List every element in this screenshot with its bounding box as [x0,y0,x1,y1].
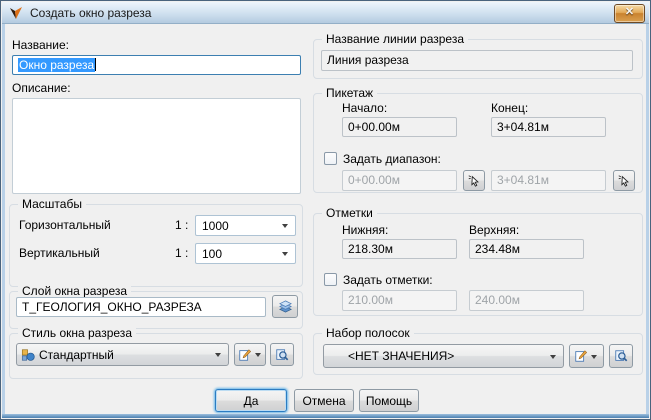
station-end-field: 3+04.81м [491,117,606,137]
vertical-scale-label: Вертикальный [19,246,100,260]
elevation-max-field: 234.48м [469,239,584,259]
band-set-edit-button[interactable] [569,344,604,368]
line-name-group-caption: Название линии разреза [322,32,468,46]
chevron-down-icon [215,353,221,360]
description-textarea[interactable] [12,98,301,194]
selected-text: Окно разреза [18,58,95,72]
window-title: Создать окно разреза [30,6,151,20]
layer-input[interactable]: Т_ГЕОЛОГИЯ_ОКНО_РАЗРЕЗА [16,297,266,317]
band-set-combobox[interactable]: <НЕТ ЗНАЧЕНИЯ> [323,344,564,368]
horizontal-scale-value: 1000 [196,219,278,233]
scales-group-caption: Масштабы [18,197,86,211]
layer-group-caption: Слой окна разреза [18,284,131,298]
chevron-down-icon [282,252,288,259]
cancel-button[interactable]: Отмена [294,389,354,412]
range-start-input[interactable]: 0+00.00м [342,170,457,191]
close-button[interactable]: ✕ [614,4,645,23]
vertical-scale-value: 100 [196,247,278,261]
pencil-icon [574,349,588,363]
pick-on-screen-icon [467,174,481,188]
layers-icon [278,299,293,314]
elevation-set-checkbox-label: Задать отметки: [343,273,433,287]
horizontal-scale-label: Горизонтальный [19,218,111,232]
app-icon [8,5,24,21]
cancel-button-label: Отмена [302,394,345,408]
horizontal-ratio-label: 1 : [175,218,188,232]
band-set-preview-button[interactable] [609,344,633,368]
band-set-value: <НЕТ ЗНАЧЕНИЯ> [324,349,546,363]
band-set-group-caption: Набор полосок [322,326,414,340]
range-start-pick-button[interactable] [463,170,485,191]
name-input[interactable]: Окно разреза [12,55,301,75]
window-bottom-edge [2,414,649,418]
custom-max-input[interactable]: 240.00м [469,290,584,311]
magnifier-icon [614,349,628,363]
ok-button-label: Да [244,394,259,408]
station-end-label: Конец: [491,101,528,115]
style-value: Стандартный [35,348,211,362]
station-start-label: Начало: [342,101,387,115]
style-group-caption: Стиль окна разреза [18,326,136,340]
help-button[interactable]: Помощь [359,389,419,412]
magnifier-icon [275,348,289,362]
horizontal-scale-combobox[interactable]: 1000 [195,215,296,236]
chevron-down-icon [282,224,288,231]
pencil-icon [238,348,252,362]
range-end-pick-button[interactable] [613,170,635,191]
name-label: Название: [12,38,69,52]
style-combobox[interactable]: Стандартный [16,343,229,366]
layer-picker-button[interactable] [272,295,298,318]
style-preview-button[interactable] [270,343,294,366]
style-icon [21,348,35,362]
description-label: Описание: [12,81,71,95]
vertical-scale-combobox[interactable]: 100 [195,243,296,264]
elevation-set-checkbox[interactable] [324,273,337,286]
elevations-group-caption: Отметки [322,206,377,220]
line-name-field: Линия разреза [321,50,633,71]
chevron-down-icon [591,355,597,362]
chevron-down-icon [550,355,556,362]
elevation-min-field: 218.30м [342,239,457,259]
station-range-checkbox-label: Задать диапазон: [343,152,441,166]
title-bar[interactable]: Создать окно разреза ✕ [2,2,649,24]
text-caret [95,58,96,71]
pick-on-screen-icon [617,174,631,188]
elevation-min-label: Нижняя: [342,223,388,237]
custom-min-input[interactable]: 210.00м [342,290,457,311]
help-button-label: Помощь [366,394,412,408]
station-start-field: 0+00.00м [342,117,457,137]
ok-button[interactable]: Да [215,389,287,412]
style-edit-button[interactable] [234,343,266,366]
chevron-down-icon [255,353,261,360]
stations-group-caption: Пикетаж [322,86,377,100]
close-icon: ✕ [625,6,634,18]
elevation-max-label: Верхняя: [469,223,519,237]
range-end-input[interactable]: 3+04.81м [491,170,606,191]
vertical-ratio-label: 1 : [175,246,188,260]
create-section-view-dialog: Создать окно разреза ✕ Название: Окно ра… [0,0,651,420]
station-range-checkbox[interactable] [324,152,337,165]
